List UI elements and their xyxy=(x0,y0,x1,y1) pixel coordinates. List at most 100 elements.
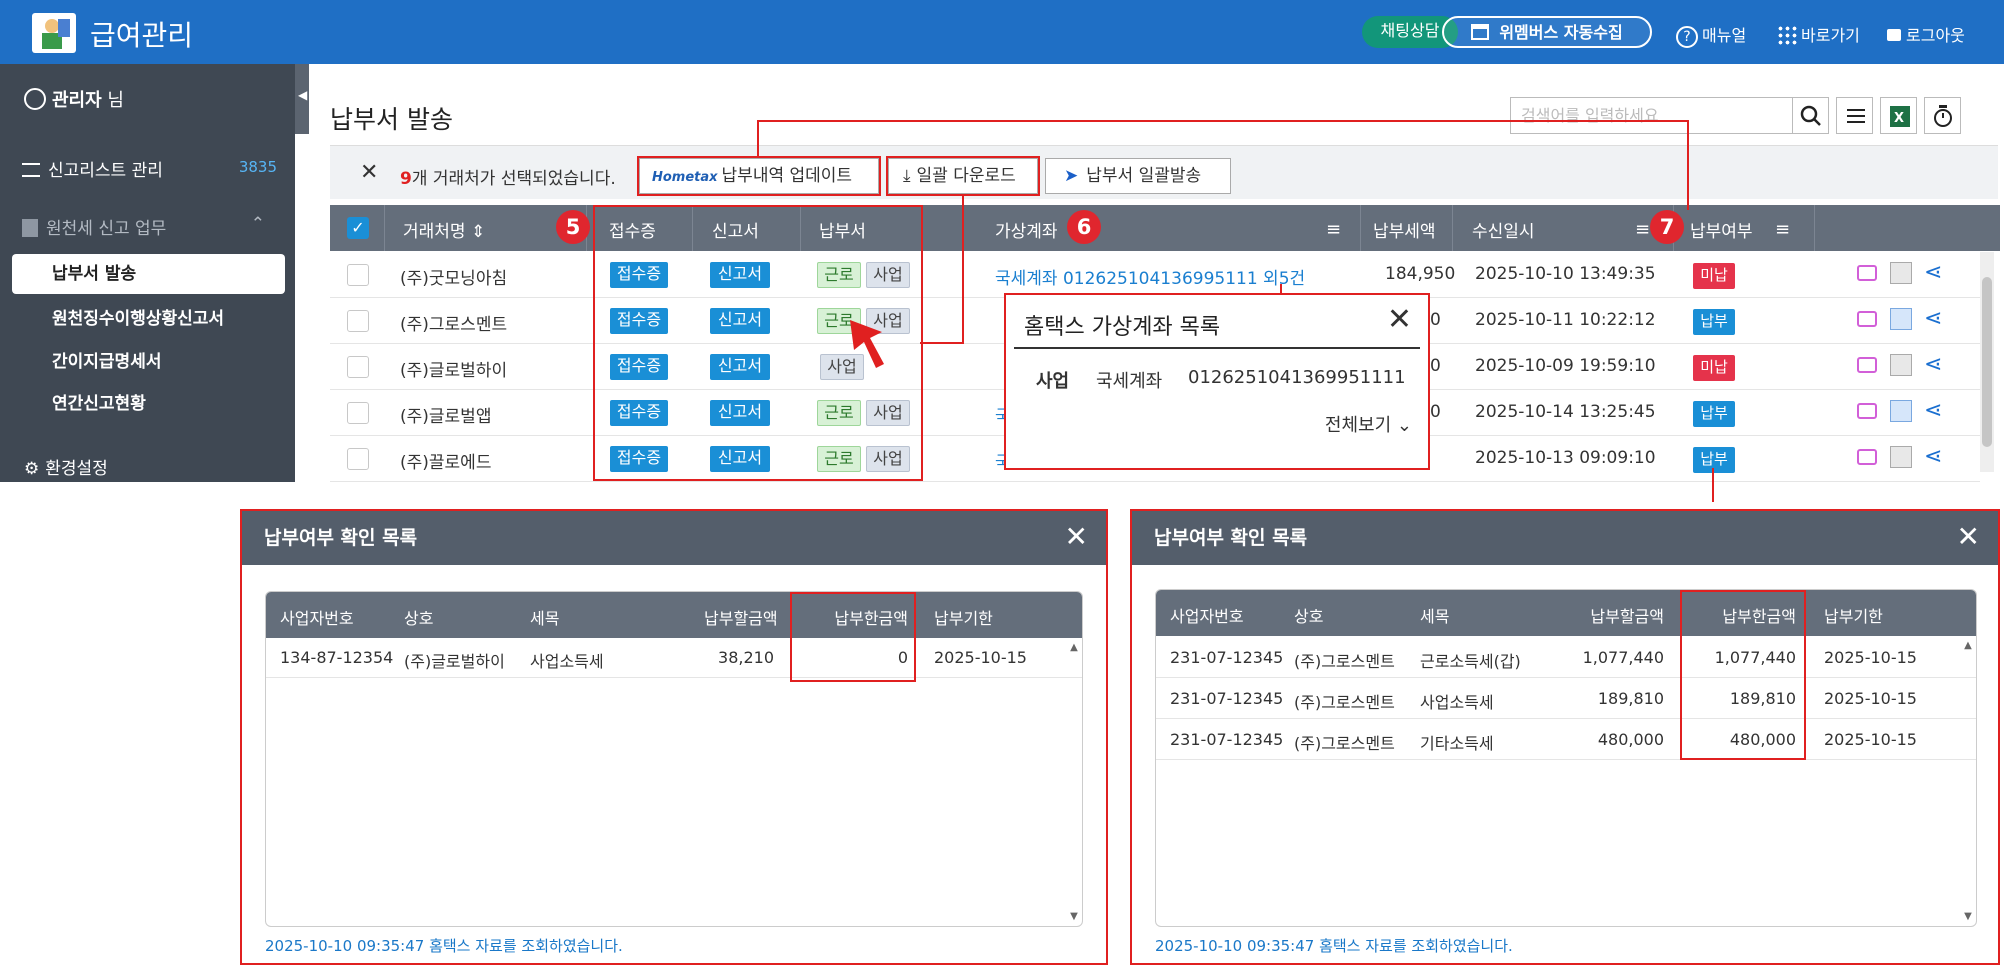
memo-icon[interactable] xyxy=(1857,265,1877,281)
column-header-received: 수신일시 xyxy=(1472,222,1535,242)
doc-icon[interactable] xyxy=(1890,400,1912,422)
table-scrollbar[interactable] xyxy=(1980,252,1994,472)
col-name: 상호 xyxy=(404,609,434,628)
doc-icon[interactable] xyxy=(1890,354,1912,376)
selection-info: 9개 거래처가 선택되었습니다. xyxy=(400,164,616,189)
clear-selection-button[interactable]: ✕ xyxy=(360,160,378,185)
shortcut-link[interactable]: 바로가기 xyxy=(1777,22,1860,46)
app-screen: 급여관리 채팅상담 위멤버스 자동수집 ? 매뉴얼 바로가기 로그아웃 관리자 님… xyxy=(0,0,2004,482)
search-input[interactable]: 검색어를 입력하세요 xyxy=(1510,97,1793,134)
manual-link[interactable]: ? 매뉴얼 xyxy=(1676,22,1746,48)
doc-icon[interactable] xyxy=(1890,262,1912,284)
modal-close-icon[interactable]: ✕ xyxy=(1065,523,1088,551)
filter-icon[interactable]: ≡ xyxy=(1775,219,1790,240)
memo-icon[interactable] xyxy=(1857,449,1877,465)
svg-text:X: X xyxy=(1894,111,1904,126)
chevron-down-icon: ⌄ xyxy=(1396,415,1412,436)
annotation-line xyxy=(1712,468,1714,482)
list-view-button[interactable] xyxy=(1836,97,1873,134)
share-icon[interactable]: ⋖ xyxy=(1924,352,1942,377)
col-due-amount: 납부할금액 xyxy=(704,609,778,628)
memo-icon[interactable] xyxy=(1857,311,1877,327)
view-all-button[interactable]: 전체보기 ⌄ xyxy=(1325,411,1412,437)
gear-icon: ⚙ xyxy=(24,459,40,479)
page-title: 납부서 발송 xyxy=(330,105,453,134)
lock-icon xyxy=(1887,29,1901,41)
row-checkbox[interactable] xyxy=(347,356,369,378)
modal-table-header: 사업자번호 상호 세목 납부할금액 납부한금액 납부기한 xyxy=(266,592,1082,638)
memo-icon[interactable] xyxy=(1857,403,1877,419)
share-icon[interactable]: ⋖ xyxy=(1924,398,1942,423)
wemembers-autocollect-button[interactable]: 위멤버스 자동수집 xyxy=(1442,16,1652,48)
filter-icon[interactable]: ≡ xyxy=(1635,219,1650,240)
header-divider xyxy=(1814,205,1815,251)
wemembers-label: 위멤버스 자동수집 xyxy=(1499,23,1623,42)
bulk-send-button[interactable]: ➤ 납부서 일괄발송 xyxy=(1045,158,1231,194)
share-icon[interactable]: ⋖ xyxy=(1924,260,1942,285)
row-checkbox[interactable] xyxy=(347,264,369,286)
modal-scrollbar[interactable]: ▲ ▼ xyxy=(1066,638,1082,926)
logout-link[interactable]: 로그아웃 xyxy=(1887,22,1965,46)
vaccount-popup: 홈택스 가상계좌 목록 ✕ 사업 국세계좌 012625104136995111… xyxy=(1004,293,1430,470)
modal-table-row: 231-07-12345 (주)그로스멘트 근로소득세(갑) 1,077,440… xyxy=(1156,638,1976,678)
sidebar-item-payslip-send[interactable]: 납부서 발송 xyxy=(12,254,285,294)
bizno: 231-07-12345 xyxy=(1170,730,1284,749)
doc-icon[interactable] xyxy=(1890,308,1912,330)
client-name: (주)글로벌하이 xyxy=(400,361,508,381)
col-taxitem: 세목 xyxy=(1420,607,1450,626)
payment-check-table: 사업자번호 상호 세목 납부할금액 납부한금액 납부기한 134-87-1235… xyxy=(265,591,1083,927)
user-suffix: 님 xyxy=(107,90,124,111)
logout-label: 로그아웃 xyxy=(1906,26,1965,45)
highlight-paid-amount xyxy=(790,592,916,682)
selected-text: 개 거래처가 선택되었습니다. xyxy=(411,169,616,189)
received-at: 2025-10-13 09:09:10 xyxy=(1475,448,1656,468)
sidebar-item-list-mgmt[interactable]: 신고리스트 관리 3835 xyxy=(22,156,277,181)
row-checkbox[interactable] xyxy=(347,402,369,424)
sidebar-item-settings[interactable]: ⚙ 환경설정 xyxy=(24,454,108,479)
row-checkbox[interactable] xyxy=(347,448,369,470)
sidebar-item-annual-status[interactable]: 연간신고현황 xyxy=(52,389,146,414)
col-bizno: 사업자번호 xyxy=(280,609,354,628)
sidebar-section-withholding[interactable]: 원천세 신고 업무 ⌃ xyxy=(22,214,277,239)
received-at: 2025-10-11 10:22:12 xyxy=(1475,310,1656,330)
status-badge: 미납 xyxy=(1693,263,1735,289)
annotation-line xyxy=(1712,482,1714,502)
memo-icon[interactable] xyxy=(1857,357,1877,373)
status-badge: 미납 xyxy=(1693,355,1735,381)
filter-icon[interactable]: ≡ xyxy=(1326,219,1341,240)
row-actions-column: ⋖ ⋖ ⋖ ⋖ ⋖ xyxy=(1812,0,1942,482)
highlight-update-button xyxy=(637,156,881,196)
modal-scrollbar[interactable]: ▲ ▼ xyxy=(1960,636,1976,926)
share-icon[interactable]: ⋖ xyxy=(1924,306,1942,331)
sidebar-item-withholding-report[interactable]: 원천징수이행상황신고서 xyxy=(52,304,224,329)
deadline: 2025-10-15 xyxy=(1824,648,1917,667)
due-amount: 38,210 xyxy=(718,648,774,667)
popup-close-icon[interactable]: ✕ xyxy=(1387,305,1412,335)
doc-icon[interactable] xyxy=(1890,446,1912,468)
client-name: (주)끌로에드 xyxy=(400,453,492,473)
share-icon[interactable]: ⋖ xyxy=(1924,444,1942,469)
client-name: (주)굿모닝아침 xyxy=(400,269,508,289)
vaccount-link[interactable]: 국세계좌 012625104136995111 외5건 xyxy=(995,264,1305,289)
bizno: 134-87-12354 xyxy=(280,648,394,667)
col-deadline: 납부기한 xyxy=(934,609,993,628)
column-header-client[interactable]: 거래처명 ⇕ xyxy=(403,217,485,242)
client-name: (주)그로스멘트 xyxy=(400,315,508,335)
select-all-checkbox[interactable]: ✓ xyxy=(347,217,369,239)
row-checkbox[interactable] xyxy=(347,310,369,332)
search-button[interactable] xyxy=(1792,97,1829,134)
payment-check-table: 사업자번호 상호 세목 납부할금액 납부한금액 납부기한 231-07-1234… xyxy=(1155,589,1977,927)
scrollbar-thumb[interactable] xyxy=(1982,277,1992,447)
list-view-icon xyxy=(1847,109,1865,123)
table-row[interactable]: (주)굿모닝아침 접수증 신고서 근로 사업 국세계좌 012625104136… xyxy=(330,252,1980,298)
timer-button[interactable] xyxy=(1924,97,1961,134)
modal-footer-note: 2025-10-10 09:35:47 홈택스 자료를 조회하였습니다. xyxy=(265,937,623,955)
sidebar-collapse-handle[interactable]: ◀ xyxy=(295,64,309,134)
modal-close-icon[interactable]: ✕ xyxy=(1957,523,1980,551)
excel-button[interactable]: X xyxy=(1880,97,1917,134)
sidebar-item-simple-payment[interactable]: 간이지급명세서 xyxy=(52,347,161,372)
due-amount: 1,077,440 xyxy=(1582,648,1664,667)
modal-table-row: 134-87-12354 (주)글로벌하이 사업소득세 38,210 0 202… xyxy=(266,638,1082,678)
user-icon xyxy=(24,88,46,110)
column-header-tax: 납부세액 xyxy=(1373,222,1436,242)
